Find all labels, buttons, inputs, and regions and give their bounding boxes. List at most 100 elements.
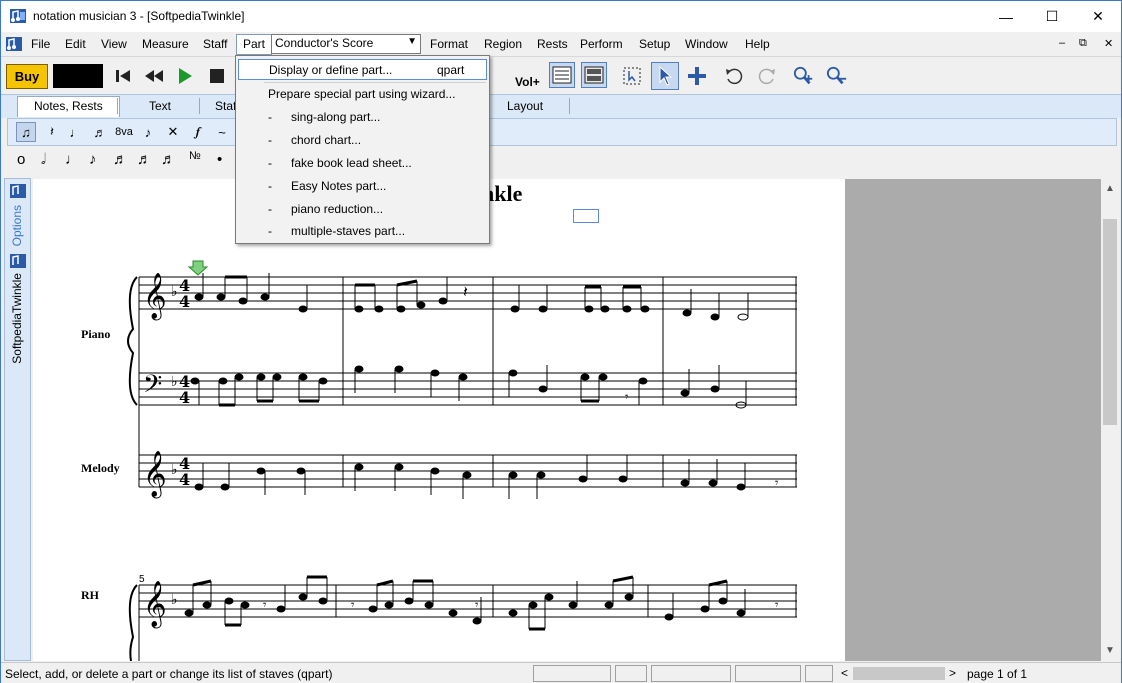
options-panel-icon[interactable] [9, 183, 27, 199]
close-button[interactable]: ✕ [1075, 1, 1121, 32]
grace-note-icon[interactable]: ♪ [138, 122, 158, 142]
status-cell [735, 665, 801, 682]
scroll-thumb[interactable] [1103, 219, 1117, 425]
rewind-icon[interactable] [143, 65, 165, 87]
menu-part[interactable]: Part [236, 34, 273, 55]
melody-staff [139, 454, 797, 488]
menu-view[interactable]: View [101, 37, 127, 51]
rewind-start-icon[interactable] [112, 65, 134, 87]
menu-item-label: fake book lead sheet... [291, 156, 412, 170]
menu-item-prepare-wizard[interactable]: Prepare special part using wizard... [238, 84, 487, 105]
note-durations: o 𝅗𝅥 ♩ ♪ ♬ ♬ ♬ № • [7, 148, 1117, 174]
cross-note-icon[interactable]: ✕ [163, 122, 183, 142]
file-tab[interactable]: SoftpediaTwinkle [10, 273, 24, 364]
dot-icon[interactable]: • [217, 151, 222, 168]
scroll-left-icon[interactable]: < [841, 666, 848, 680]
svg-text:𝄾: 𝄾 [775, 476, 779, 491]
menu-edit[interactable]: Edit [65, 37, 86, 51]
insertion-arrow [187, 260, 209, 276]
mdi-restore-button[interactable]: ⧉ [1079, 37, 1087, 50]
scroll-up-icon[interactable]: ▲ [1105, 183, 1115, 194]
menu-measure[interactable]: Measure [142, 37, 189, 51]
toolbar: Buy Vol+ [1, 56, 1121, 94]
dynamics-icon[interactable]: 𝆑 [188, 122, 208, 142]
menu-setup[interactable]: Setup [639, 37, 670, 51]
sixty-fourth-note-icon[interactable]: ♬ [161, 151, 176, 168]
treble-clef: 𝄞 [143, 581, 167, 629]
menu-rests[interactable]: Rests [537, 37, 568, 51]
redo-icon[interactable] [756, 65, 778, 87]
menu-window[interactable]: Window [685, 37, 728, 51]
tuplet-icon[interactable]: ♬ [90, 122, 110, 142]
vertical-scrollbar[interactable]: ▲ ▼ [1101, 179, 1119, 661]
rest-icon[interactable]: 𝄽 [42, 122, 62, 142]
stop-icon[interactable] [206, 65, 228, 87]
menu-item-label: piano reduction... [291, 202, 384, 216]
svg-text:♭: ♭ [171, 462, 178, 478]
menu-item-easy-notes[interactable]: - Easy Notes part... [238, 176, 487, 197]
thirty-second-note-icon[interactable]: ♬ [137, 151, 152, 168]
add-icon[interactable] [686, 65, 708, 87]
piano-treble-staff [139, 276, 797, 310]
treble-clef: 𝄞 [143, 273, 167, 321]
menu-help[interactable]: Help [745, 37, 770, 51]
tuplet-number-icon[interactable]: № [189, 150, 201, 162]
tab-separator [569, 98, 570, 114]
score-notation[interactable]: 𝄞 𝄢 𝄞 𝄞 ♭ ♭ ♭ ♭ 44 44 44 𝄽 𝄾 𝄾 𝄾 𝄾 𝄾 𝄾 [33, 179, 845, 661]
menu-file[interactable]: File [31, 37, 50, 51]
beamed-notes-icon[interactable]: ♫ [16, 122, 36, 142]
pointer-icon[interactable] [651, 62, 679, 90]
octave-icon[interactable]: 8va [112, 122, 136, 142]
part-select[interactable]: Conductor's Score ▼ [271, 34, 421, 54]
buy-button[interactable]: Buy [6, 64, 48, 89]
page-view-icon[interactable] [549, 62, 575, 88]
scroll-down-icon[interactable]: ▼ [1105, 645, 1115, 656]
status-bar: Select, add, or delete a part or change … [1, 662, 1121, 683]
options-tab[interactable]: Options [10, 205, 24, 246]
document-icon[interactable] [5, 36, 23, 52]
menu-item-chord-chart[interactable]: - chord chart... [238, 130, 487, 151]
tab-layout[interactable]: Layout [507, 99, 543, 113]
zoom-out-icon[interactable] [826, 65, 848, 87]
whole-note-icon[interactable]: o [17, 151, 25, 168]
trill-icon[interactable]: ~ [212, 122, 232, 142]
score-page[interactable]: nkle Piano Melody RH 5 𝄞 𝄢 𝄞 𝄞 ♭ ♭ ♭ ♭ 4… [33, 179, 845, 661]
title-bar: notation musician 3 - [SoftpediaTwinkle]… [1, 1, 1121, 32]
menu-item-sing-along[interactable]: - sing-along part... [238, 107, 487, 128]
mdi-close-button[interactable]: ✕ [1104, 37, 1113, 50]
menu-item-piano-reduction[interactable]: - piano reduction... [238, 199, 487, 220]
sixteenth-note-icon[interactable]: ♬ [113, 151, 128, 168]
minimize-button[interactable]: — [983, 1, 1029, 32]
tab-text[interactable]: Text [149, 99, 171, 113]
volume-label[interactable]: Vol+ [515, 75, 540, 89]
tie-icon[interactable]: ♩ [66, 122, 86, 142]
quarter-note-icon[interactable]: ♩ [65, 151, 80, 168]
tab-notes-rests[interactable]: Notes, Rests [17, 96, 120, 117]
file-panel-icon[interactable] [9, 253, 27, 269]
menu-format[interactable]: Format [430, 37, 468, 51]
menu-region[interactable]: Region [484, 37, 522, 51]
half-note-icon[interactable]: 𝅗𝅥 [41, 151, 46, 168]
menu-item-fake-book[interactable]: - fake book lead sheet... [238, 153, 487, 174]
mdi-minimize-button[interactable]: – [1059, 37, 1065, 49]
scroll-thumb[interactable] [853, 667, 945, 680]
horizontal-scrollbar[interactable]: < > [837, 665, 961, 682]
zoom-in-icon[interactable] [793, 65, 815, 87]
menu-staff[interactable]: Staff [203, 37, 227, 51]
menu-perform[interactable]: Perform [580, 37, 623, 51]
eighth-note-icon[interactable]: ♪ [89, 151, 97, 168]
scroll-right-icon[interactable]: > [949, 666, 956, 680]
play-icon[interactable] [174, 65, 196, 87]
undo-icon[interactable] [723, 65, 745, 87]
scroll-view-icon[interactable] [581, 62, 607, 88]
status-cell [533, 665, 611, 682]
maximize-button[interactable]: ☐ [1029, 1, 1075, 32]
menu-item-display-define-part[interactable]: Display or define part... qpart [238, 59, 487, 80]
menu-item-multiple-staves[interactable]: - multiple-staves part... [238, 221, 487, 242]
menu-item-dash: - [268, 133, 272, 147]
notes-palette: ♫ 𝄽 ♩ ♬ 8va ♪ ✕ 𝆑 ~ [7, 118, 1117, 146]
svg-text:4: 4 [179, 470, 190, 489]
svg-text:♭: ♭ [171, 592, 178, 608]
select-region-icon[interactable] [621, 65, 643, 87]
menu-item-label: chord chart... [291, 133, 362, 147]
